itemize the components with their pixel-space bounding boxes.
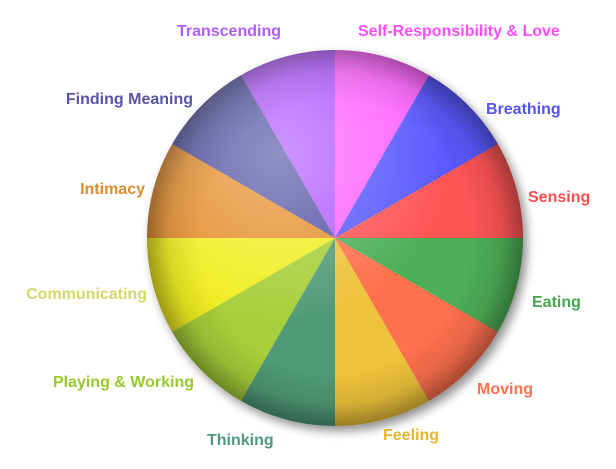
wheel-slices (147, 50, 523, 426)
wheel-label-feeling: Feeling (383, 427, 439, 444)
wheel-label-self-responsibility-love: Self-Responsibility & Love (358, 23, 560, 40)
wheel-label-transcending: Transcending (177, 23, 281, 40)
wheel-label-playing-working: Playing & Working (53, 374, 194, 391)
wheel-diagram: Self-Responsibility & Love Breathing Sensi… (26, 23, 591, 450)
wheel-label-eating: Eating (532, 294, 581, 311)
wheel-highlight (147, 50, 523, 426)
wellness-wheel: Self-Responsibility & Love Breathing Sensi… (0, 0, 616, 469)
wheel-label-intimacy: Intimacy (80, 181, 145, 198)
wheel-label-sensing: Sensing (528, 189, 590, 206)
wheel-label-moving: Moving (477, 381, 533, 398)
wheel-label-finding-meaning: Finding Meaning (66, 91, 193, 108)
wheel-label-thinking: Thinking (207, 432, 274, 449)
wheel-label-breathing: Breathing (486, 101, 561, 118)
wheel-label-communicating: Communicating (26, 286, 147, 303)
